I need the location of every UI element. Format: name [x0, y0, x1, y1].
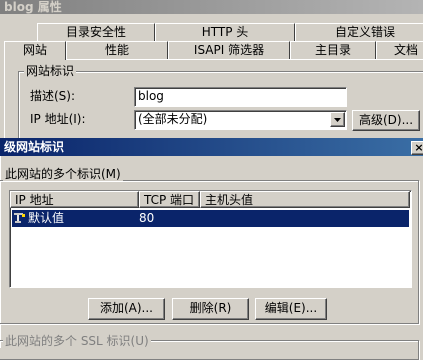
remove-button[interactable]: 删除(R) [172, 298, 249, 320]
tab-http-headers[interactable]: HTTP 头 [155, 23, 295, 41]
ip-address-select[interactable]: (全部未分配) [134, 110, 347, 130]
chevron-down-icon[interactable] [330, 112, 345, 127]
tab-performance[interactable]: 性能 [66, 41, 168, 59]
description-input[interactable]: blog [134, 87, 347, 107]
close-icon: × [414, 141, 423, 154]
column-header-tcp-port[interactable]: TCP 端口 [139, 191, 200, 208]
website-identity-label: 网站标识 [24, 64, 77, 78]
row-ip-value: 默认值 [28, 211, 65, 225]
properties-title-bar: blog 属性 [0, 0, 423, 14]
tab-isapi-filters[interactable]: ISAPI 筛选器 [168, 41, 290, 59]
ip-address-label: IP 地址(I): [30, 112, 86, 126]
column-header-ip[interactable]: IP 地址 [10, 191, 139, 208]
tab-documents[interactable]: 文档 [376, 41, 423, 59]
tab-custom-errors[interactable]: 自定义错误 [295, 23, 423, 41]
dialog-title-bar: 级网站标识 [0, 138, 423, 156]
properties-title: blog 属性 [4, 0, 62, 14]
column-header-host[interactable]: 主机头值 [200, 191, 410, 208]
identities-list[interactable]: IP 地址 TCP 端口 主机头值 默认值 80 [9, 190, 412, 288]
close-button[interactable]: × [411, 141, 423, 155]
tab-directory-security[interactable]: 目录安全性 [37, 23, 155, 41]
table-row[interactable]: 默认值 80 [12, 210, 409, 227]
row-port-value: 80 [139, 211, 155, 225]
ssl-identities-label: 此网站的多个 SSL 标识(U) [3, 334, 151, 348]
edit-button[interactable]: 编辑(E)... [255, 298, 327, 320]
network-icon [13, 212, 27, 225]
add-button[interactable]: 添加(A)... [88, 298, 165, 320]
advanced-button[interactable]: 高级(D)... [352, 110, 420, 131]
multiple-identities-label: 此网站的多个标识(M) [3, 167, 123, 181]
description-label: 描述(S): [30, 89, 76, 103]
dialog-title: 级网站标识 [4, 140, 65, 154]
tab-website[interactable]: 网站 [4, 41, 66, 60]
tab-home-directory[interactable]: 主目录 [290, 41, 376, 59]
